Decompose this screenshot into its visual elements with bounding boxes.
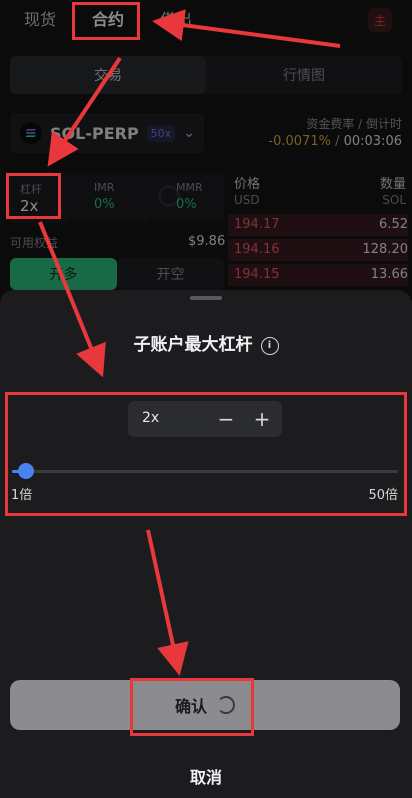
annotation-box-leverage-setting xyxy=(5,392,407,516)
annotation-box-futures-tab xyxy=(72,2,140,40)
modal-overlay[interactable] xyxy=(0,0,412,300)
sheet-drag-handle[interactable] xyxy=(190,296,222,300)
annotation-box-confirm xyxy=(130,678,254,736)
sheet-title-row: 子账户最大杠杆 i xyxy=(0,330,412,355)
cancel-button[interactable]: 取消 xyxy=(0,764,412,788)
annotation-box-leverage xyxy=(6,173,61,219)
sheet-title: 子账户最大杠杆 xyxy=(133,335,253,355)
info-icon[interactable]: i xyxy=(260,336,279,355)
